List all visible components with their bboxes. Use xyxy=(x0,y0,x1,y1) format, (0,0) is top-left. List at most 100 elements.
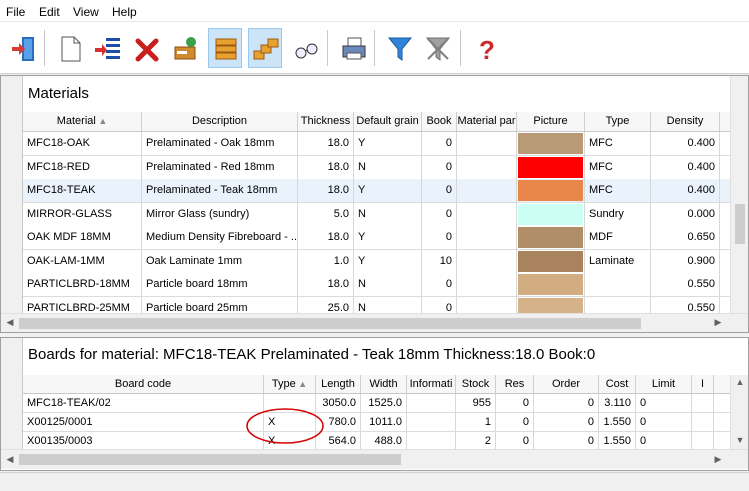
cell-description[interactable]: Particle board 18mm xyxy=(142,273,298,296)
cell-thickness[interactable]: 5.0 xyxy=(298,202,354,226)
scroll-right-icon[interactable]: ▶ xyxy=(711,317,725,328)
view-button[interactable] xyxy=(288,28,322,68)
menu-help[interactable]: Help xyxy=(112,5,137,19)
materials-horizontal-scrollbar[interactable]: ◀ ▶ xyxy=(1,313,748,332)
cell-grain[interactable]: N xyxy=(354,296,422,313)
cell-type[interactable]: MDF xyxy=(585,226,651,249)
boards-col-header-4[interactable]: Informati xyxy=(407,375,456,393)
cell-grain[interactable]: N xyxy=(354,202,422,226)
boards-col-header-9[interactable]: Limit xyxy=(636,375,692,393)
cell-description[interactable]: Particle board 25mm xyxy=(142,296,298,313)
cell-par[interactable] xyxy=(457,202,517,226)
cell-info[interactable] xyxy=(407,413,456,431)
cell-density[interactable]: 0.400 xyxy=(651,179,720,202)
table-row[interactable]: MFC18-RED Prelaminated - Red 18mm 18.0 N 0 MF… xyxy=(23,155,730,180)
cell-thickness[interactable]: 25.0 xyxy=(298,296,354,313)
cell-description[interactable]: Oak Laminate 1mm xyxy=(142,249,298,273)
cell-type[interactable]: Sundry xyxy=(585,202,651,226)
cell-description[interactable]: Mirror Glass (sundry) xyxy=(142,202,298,226)
cell-thickness[interactable]: 18.0 xyxy=(298,179,354,202)
scroll-down-icon[interactable]: ▼ xyxy=(733,435,747,445)
list-button[interactable] xyxy=(90,28,124,68)
material-picture-swatch[interactable] xyxy=(517,202,585,226)
cell-width[interactable]: 1525.0 xyxy=(361,394,407,412)
cell-material[interactable]: OAK MDF 18MM xyxy=(23,226,142,249)
materials-vertical-scrollbar[interactable] xyxy=(730,76,748,313)
materials-col-header-1[interactable]: Description xyxy=(142,112,298,131)
materials-col-header-8[interactable]: Density xyxy=(651,112,720,131)
scroll-right-icon[interactable]: ▶ xyxy=(711,454,725,465)
boards-col-header-2[interactable]: Length xyxy=(316,375,361,393)
table-row[interactable]: OAK-LAM-1MM Oak Laminate 1mm 1.0 Y 10 Laminat… xyxy=(23,249,730,274)
cell-book[interactable]: 0 xyxy=(422,273,457,296)
offcuts-button[interactable] xyxy=(248,28,282,68)
cell-density[interactable]: 0.550 xyxy=(651,296,720,313)
cell-book[interactable]: 0 xyxy=(422,155,457,179)
cell-material[interactable]: PARTICLBRD-25MM xyxy=(23,296,142,313)
cell-material[interactable]: MFC18-OAK xyxy=(23,132,142,155)
materials-col-header-7[interactable]: Type xyxy=(585,112,651,131)
cell-book[interactable]: 0 xyxy=(422,179,457,202)
materials-scroll-thumb[interactable] xyxy=(735,204,745,244)
boards-col-header-5[interactable]: Stock xyxy=(456,375,496,393)
cell-extra[interactable] xyxy=(692,394,714,412)
cell-stock[interactable]: 1 xyxy=(456,413,496,431)
cell-width[interactable]: 488.0 xyxy=(361,432,407,449)
material-picture-swatch[interactable] xyxy=(517,155,585,179)
cell-order[interactable]: 0 xyxy=(534,413,599,431)
cell-res[interactable]: 0 xyxy=(496,432,534,449)
cell-par[interactable] xyxy=(457,273,517,296)
cell-book[interactable]: 0 xyxy=(422,226,457,249)
cell-type[interactable] xyxy=(585,273,651,296)
cell-grain[interactable]: N xyxy=(354,155,422,179)
cell-book[interactable]: 0 xyxy=(422,202,457,226)
menu-file[interactable]: File xyxy=(6,5,25,19)
cell-cost[interactable]: 1.550 xyxy=(599,413,636,431)
material-picture-swatch[interactable] xyxy=(517,249,585,273)
cell-density[interactable]: 0.400 xyxy=(651,155,720,179)
cell-info[interactable] xyxy=(407,432,456,449)
materials-col-header-5[interactable]: Material par xyxy=(457,112,517,131)
cell-type[interactable]: Laminate xyxy=(585,249,651,273)
cell-stock[interactable]: 955 xyxy=(456,394,496,412)
cell-type[interactable]: MFC xyxy=(585,179,651,202)
cell-book[interactable]: 0 xyxy=(422,296,457,313)
materials-col-header-4[interactable]: Book xyxy=(422,112,457,131)
cell-code[interactable]: X00135/0003 xyxy=(23,432,264,449)
cell-density[interactable]: 0.000 xyxy=(651,202,720,226)
cell-cost[interactable]: 1.550 xyxy=(599,432,636,449)
materials-col-header-2[interactable]: Thickness xyxy=(298,112,354,131)
cell-info[interactable] xyxy=(407,394,456,412)
scroll-left-icon[interactable]: ◀ xyxy=(3,317,17,328)
cell-grain[interactable]: Y xyxy=(354,249,422,273)
table-row[interactable]: MIRROR-GLASS Mirror Glass (sundry) 5.0 N 0 Su… xyxy=(23,202,730,227)
table-row[interactable]: X00135/0003 X 564.0 488.0 2 0 0 1.550 0 xyxy=(23,432,730,449)
cell-thickness[interactable]: 1.0 xyxy=(298,249,354,273)
cell-extra[interactable] xyxy=(692,432,714,449)
boards-col-header-7[interactable]: Order xyxy=(534,375,599,393)
cell-thickness[interactable]: 18.0 xyxy=(298,273,354,296)
material-picture-swatch[interactable] xyxy=(517,132,585,155)
boards-vertical-scrollbar[interactable]: ▲ ▼ xyxy=(730,375,748,449)
cell-code[interactable]: X00125/0001 xyxy=(23,413,264,431)
boards-col-header-1[interactable]: Type ▲ xyxy=(264,375,316,393)
materials-hscroll-thumb[interactable] xyxy=(19,318,641,329)
table-row[interactable]: MFC18-TEAK Prelaminated - Teak 18mm 18.0 Y 0… xyxy=(23,179,730,203)
cell-order[interactable]: 0 xyxy=(534,394,599,412)
cell-par[interactable] xyxy=(457,296,517,313)
cell-density[interactable]: 0.650 xyxy=(651,226,720,249)
cell-res[interactable]: 0 xyxy=(496,413,534,431)
cell-grain[interactable]: N xyxy=(354,273,422,296)
table-row[interactable]: PARTICLBRD-18MM Particle board 18mm 18.0 N 0… xyxy=(23,273,730,297)
cell-width[interactable]: 1011.0 xyxy=(361,413,407,431)
cell-material[interactable]: MFC18-RED xyxy=(23,155,142,179)
clear-filter-button[interactable] xyxy=(420,28,454,68)
material-picture-swatch[interactable] xyxy=(517,273,585,296)
cell-extra[interactable] xyxy=(692,413,714,431)
cell-book[interactable]: 0 xyxy=(422,132,457,155)
cell-par[interactable] xyxy=(457,179,517,202)
cell-grain[interactable]: Y xyxy=(354,132,422,155)
cell-material[interactable]: MFC18-TEAK xyxy=(23,179,142,202)
cell-density[interactable]: 0.400 xyxy=(651,132,720,155)
cell-description[interactable]: Medium Density Fibreboard - ... xyxy=(142,226,298,249)
